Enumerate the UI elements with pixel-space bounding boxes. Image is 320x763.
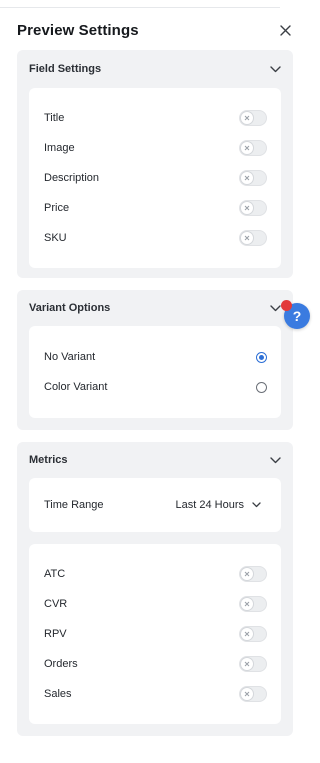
metric-row-atc: ATC (29, 559, 281, 589)
variant-label: No Variant (44, 351, 96, 363)
rpv-toggle[interactable] (239, 626, 267, 642)
description-toggle[interactable] (239, 170, 267, 186)
close-icon (241, 688, 253, 700)
close-icon (241, 658, 253, 670)
color-variant-radio[interactable] (256, 381, 267, 393)
close-icon (241, 202, 253, 214)
variant-label: Color Variant (44, 381, 108, 393)
close-icon[interactable] (277, 22, 293, 38)
field-row-price: Price (29, 193, 281, 223)
metric-label: CVR (44, 598, 68, 610)
section-title: Field Settings (29, 63, 102, 75)
variant-options-section: Variant Options No Variant Color Variant (17, 290, 293, 430)
close-icon (241, 568, 253, 580)
metric-label: Sales (44, 688, 72, 700)
variant-row-none[interactable]: No Variant (29, 342, 281, 372)
field-row-title: Title (29, 103, 281, 133)
close-icon (241, 172, 253, 184)
page-title: Preview Settings (17, 21, 139, 39)
metric-row-sales: Sales (29, 679, 281, 709)
variant-options-header[interactable]: Variant Options (17, 290, 293, 326)
metric-row-cvr: CVR (29, 589, 281, 619)
sku-toggle[interactable] (239, 230, 267, 246)
metric-row-orders: Orders (29, 649, 281, 679)
chevron-down-icon[interactable] (269, 302, 281, 314)
sales-toggle[interactable] (239, 686, 267, 702)
atc-toggle[interactable] (239, 566, 267, 582)
metrics-card: ATC CVR RPV Orders Sales (29, 544, 281, 724)
field-settings-card: Title Image Description Price SKU (29, 88, 281, 268)
section-title: Metrics (29, 454, 68, 466)
chevron-down-icon[interactable] (269, 454, 281, 466)
image-toggle[interactable] (239, 140, 267, 156)
field-label: Title (44, 112, 65, 124)
close-icon (241, 232, 253, 244)
metrics-section: Metrics Time Range Last 24 Hours ATC CVR… (17, 442, 293, 736)
close-icon (241, 598, 253, 610)
metric-label: Orders (44, 658, 78, 670)
field-row-image: Image (29, 133, 281, 163)
orders-toggle[interactable] (239, 656, 267, 672)
variant-options-card: No Variant Color Variant (29, 326, 281, 418)
section-title: Variant Options (29, 302, 111, 314)
time-range-label: Time Range (44, 499, 104, 511)
field-settings-header[interactable]: Field Settings (17, 50, 293, 88)
panel-header: Preview Settings (17, 20, 293, 40)
close-icon (241, 628, 253, 640)
chevron-down-icon (252, 502, 261, 508)
metric-label: RPV (44, 628, 67, 640)
notification-dot (281, 300, 292, 311)
field-label: Price (44, 202, 70, 214)
field-row-description: Description (29, 163, 281, 193)
title-toggle[interactable] (239, 110, 267, 126)
time-range-value: Last 24 Hours (175, 499, 244, 511)
variant-row-color[interactable]: Color Variant (29, 372, 281, 402)
field-settings-section: Field Settings Title Image Description P… (17, 50, 293, 278)
no-variant-radio[interactable] (256, 351, 267, 363)
field-row-sku: SKU (29, 223, 281, 253)
metric-row-rpv: RPV (29, 619, 281, 649)
time-range-card: Time Range Last 24 Hours (29, 478, 281, 532)
price-toggle[interactable] (239, 200, 267, 216)
cvr-toggle[interactable] (239, 596, 267, 612)
close-icon (241, 112, 253, 124)
help-icon: ? (292, 308, 302, 324)
field-label: SKU (44, 232, 67, 244)
time-range-select[interactable]: Last 24 Hours (168, 493, 269, 517)
metric-label: ATC (44, 568, 66, 580)
close-icon (241, 142, 253, 154)
chevron-down-icon[interactable] (269, 63, 281, 75)
top-divider (0, 7, 280, 8)
field-label: Image (44, 142, 75, 154)
metrics-header[interactable]: Metrics (17, 442, 293, 478)
field-label: Description (44, 172, 100, 184)
